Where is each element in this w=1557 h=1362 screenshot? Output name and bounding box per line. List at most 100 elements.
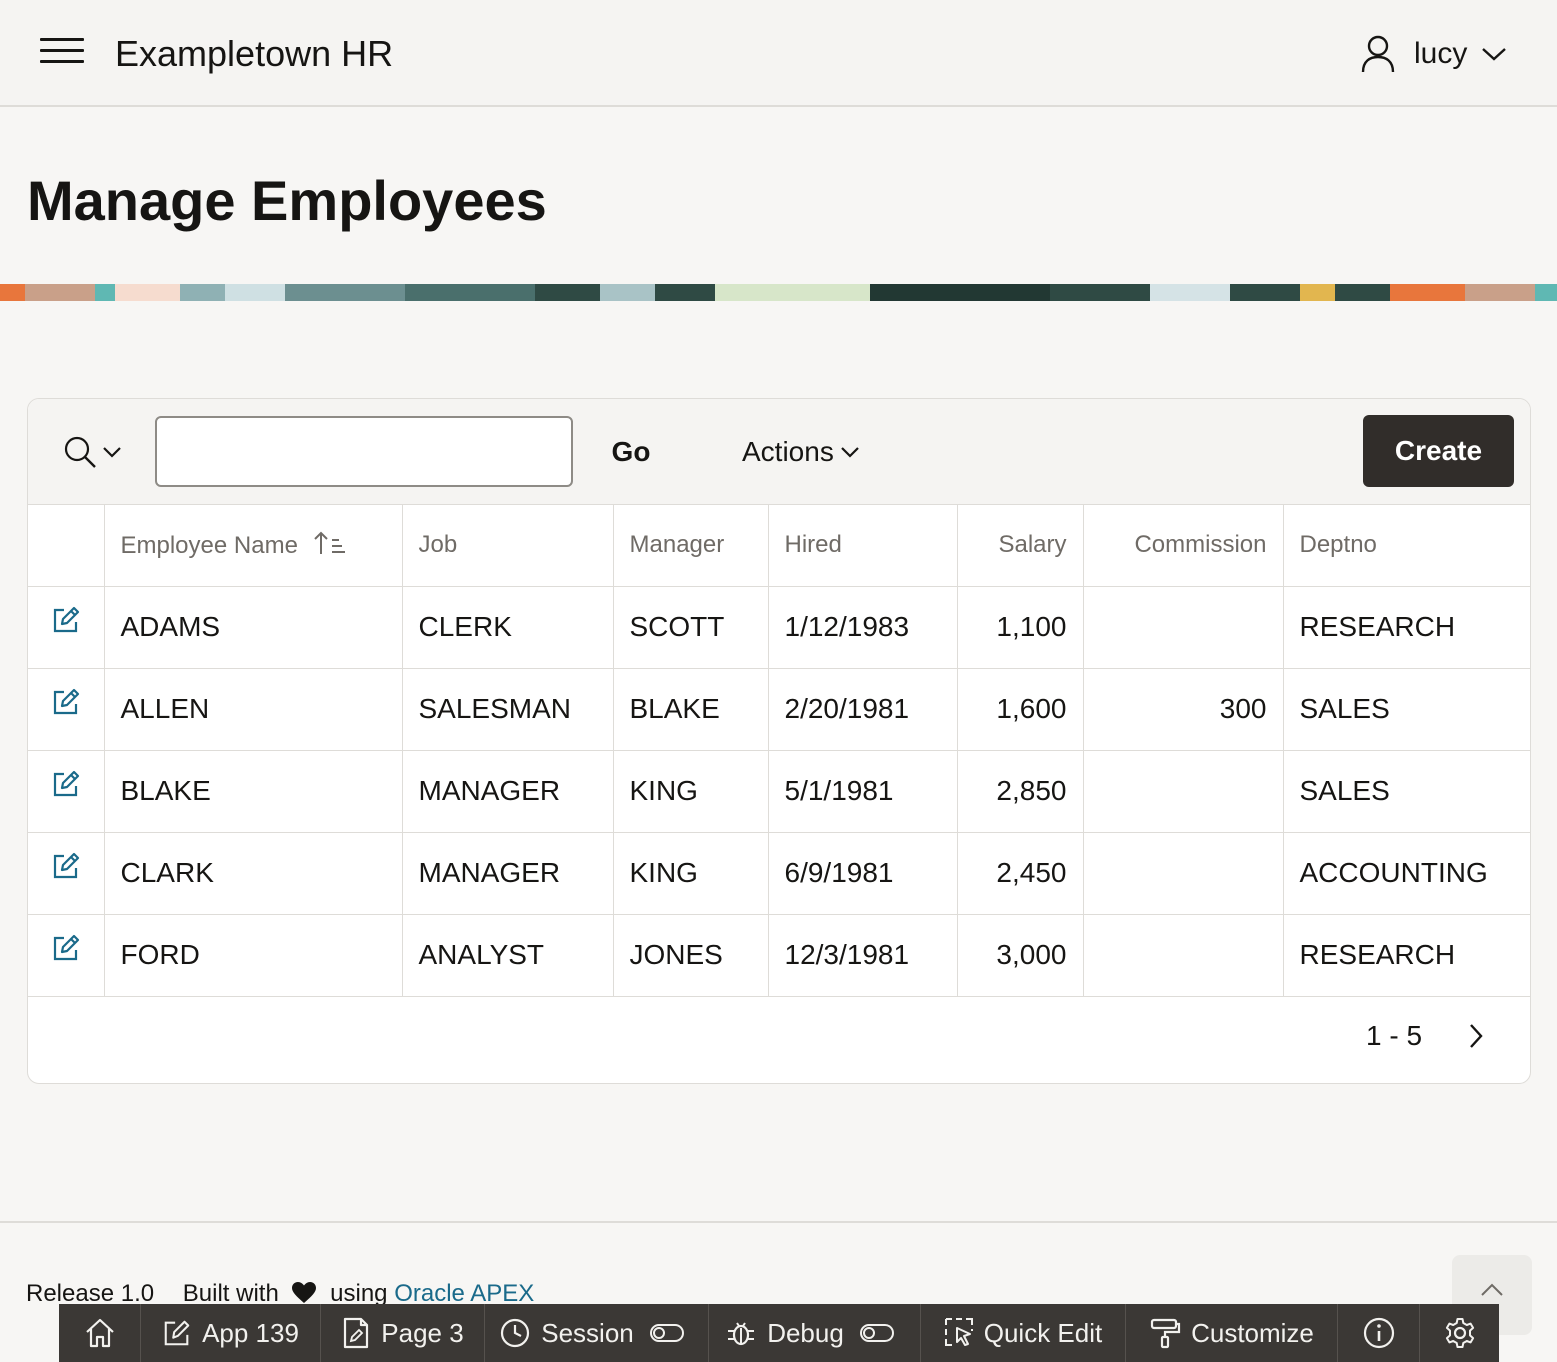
edit-cell xyxy=(28,750,105,833)
cell-hired: 5/1/1981 xyxy=(768,750,958,833)
cell-salary: 2,850 xyxy=(957,750,1084,833)
dev-customize-button[interactable]: Customize xyxy=(1126,1304,1338,1362)
cell-manager: JONES xyxy=(613,914,769,997)
column-header-label: Employee Name xyxy=(120,532,298,560)
toggle-icon xyxy=(859,1324,894,1342)
chevron-right-icon xyxy=(1470,1024,1483,1048)
cell-commission xyxy=(1083,914,1284,997)
column-header-salary[interactable]: Salary xyxy=(957,505,1084,587)
edit-row-icon[interactable] xyxy=(50,932,82,971)
cell-commission xyxy=(1083,832,1284,915)
dev-app-button[interactable]: App 139 xyxy=(141,1304,321,1362)
edit-cell xyxy=(28,832,105,915)
search-column-menu[interactable] xyxy=(62,434,126,470)
toggle-icon xyxy=(649,1324,684,1342)
cell-deptno: SALES xyxy=(1283,668,1530,751)
edit-cell xyxy=(28,586,105,669)
top-navigation-bar: Exampletown HR lucy xyxy=(0,0,1557,107)
chevron-up-icon xyxy=(1481,1283,1503,1296)
footer-divider xyxy=(0,1221,1557,1223)
dev-home-button[interactable] xyxy=(59,1304,141,1362)
table-row: CLARK MANAGER KING 6/9/1981 2,450 ACCOUN… xyxy=(28,832,1530,915)
oracle-apex-link[interactable]: Oracle APEX xyxy=(394,1280,534,1307)
cell-job: CLERK xyxy=(402,586,614,669)
paint-roller-icon xyxy=(1150,1318,1181,1349)
using-text: using xyxy=(330,1280,388,1307)
go-button[interactable]: Go xyxy=(594,416,668,487)
cell-deptno: ACCOUNTING xyxy=(1283,832,1530,915)
cell-deptno: RESEARCH xyxy=(1283,586,1530,669)
cell-hired: 1/12/1983 xyxy=(768,586,958,669)
chevron-down-icon xyxy=(1482,48,1507,61)
edit-row-icon[interactable] xyxy=(50,768,82,807)
release-version: Release 1.0 xyxy=(26,1280,155,1307)
column-header-job[interactable]: Job xyxy=(402,505,614,587)
cell-commission xyxy=(1083,750,1284,833)
column-header-deptno[interactable]: Deptno xyxy=(1283,505,1530,587)
cell-employee-name: FORD xyxy=(104,914,403,997)
clock-icon xyxy=(501,1318,530,1348)
actions-menu-button[interactable]: Actions xyxy=(732,416,870,487)
cell-manager: KING xyxy=(613,832,769,915)
user-name: lucy xyxy=(1414,37,1468,70)
edit-row-icon[interactable] xyxy=(50,604,82,643)
heart-icon xyxy=(292,1282,317,1303)
employees-table: Employee Name Job Manager Hired Salary C… xyxy=(28,505,1530,997)
chevron-down-icon xyxy=(103,447,121,458)
pagination-range: 1 - 5 xyxy=(1366,1020,1423,1051)
dev-debug-button[interactable]: Debug xyxy=(709,1304,921,1362)
column-header-manager[interactable]: Manager xyxy=(613,505,769,587)
user-menu[interactable]: lucy xyxy=(1360,30,1507,78)
cell-manager: SCOTT xyxy=(613,586,769,669)
next-page-button[interactable] xyxy=(1456,1016,1496,1056)
cell-employee-name: ADAMS xyxy=(104,586,403,669)
column-header-edit xyxy=(28,505,105,587)
dev-page-label: Page 3 xyxy=(381,1317,464,1348)
cell-manager: BLAKE xyxy=(613,668,769,751)
edit-row-icon[interactable] xyxy=(50,686,82,725)
cell-salary: 1,100 xyxy=(957,586,1084,669)
column-header-hired[interactable]: Hired xyxy=(768,505,958,587)
cell-job: MANAGER xyxy=(402,832,614,915)
pagination: 1 - 5 xyxy=(28,992,1530,1083)
info-icon xyxy=(1363,1317,1394,1349)
employees-report-region: Go Actions Create Employee Name Job Mana… xyxy=(27,398,1531,1084)
cell-job: SALESMAN xyxy=(402,668,614,751)
cursor-select-icon xyxy=(944,1318,973,1346)
cell-manager: KING xyxy=(613,750,769,833)
report-toolbar: Go Actions Create xyxy=(28,399,1530,505)
dev-debug-label: Debug xyxy=(767,1317,844,1348)
developer-toolbar: App 139 Page 3 Session Debug Quick Edit … xyxy=(59,1304,1499,1362)
table-row: BLAKE MANAGER KING 5/1/1981 2,850 SALES xyxy=(28,750,1530,833)
column-header-employee-name[interactable]: Employee Name xyxy=(104,505,403,587)
decorative-banner xyxy=(0,284,1557,301)
cell-commission xyxy=(1083,586,1284,669)
cell-deptno: RESEARCH xyxy=(1283,914,1530,997)
dev-settings-button[interactable] xyxy=(1420,1304,1499,1362)
search-icon xyxy=(64,436,96,468)
cell-employee-name: BLAKE xyxy=(104,750,403,833)
cell-employee-name: CLARK xyxy=(104,832,403,915)
sort-ascending-icon xyxy=(313,531,345,555)
hamburger-menu-icon[interactable] xyxy=(40,38,84,70)
edit-row-icon[interactable] xyxy=(50,850,82,889)
bug-icon xyxy=(728,1322,755,1346)
edit-cell xyxy=(28,914,105,997)
cell-job: ANALYST xyxy=(402,914,614,997)
dev-page-button[interactable]: Page 3 xyxy=(321,1304,485,1362)
table-row: ALLEN SALESMAN BLAKE 2/20/1981 1,600 300… xyxy=(28,668,1530,751)
dev-customize-label: Customize xyxy=(1191,1317,1314,1348)
search-input[interactable] xyxy=(155,416,573,487)
dev-session-button[interactable]: Session xyxy=(485,1304,709,1362)
column-header-commission[interactable]: Commission xyxy=(1083,505,1284,587)
cell-hired: 6/9/1981 xyxy=(768,832,958,915)
dev-app-label: App 139 xyxy=(202,1317,299,1348)
dev-quick-edit-button[interactable]: Quick Edit xyxy=(921,1304,1126,1362)
edit-cell xyxy=(28,668,105,751)
home-icon xyxy=(85,1318,114,1348)
cell-employee-name: ALLEN xyxy=(104,668,403,751)
app-title[interactable]: Exampletown HR xyxy=(115,33,393,75)
dev-info-button[interactable] xyxy=(1338,1304,1420,1362)
create-button[interactable]: Create xyxy=(1363,415,1514,487)
dev-session-label: Session xyxy=(541,1317,634,1348)
